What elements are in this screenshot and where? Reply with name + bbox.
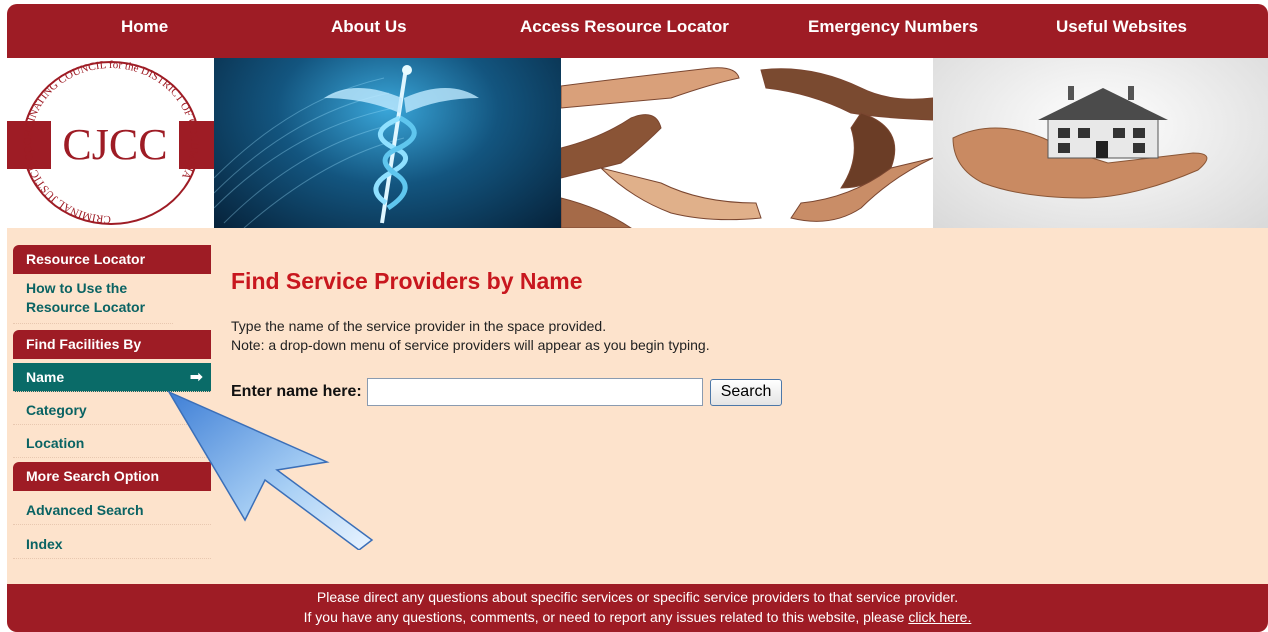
banner-medical-image xyxy=(214,58,561,228)
pointer-arrow-icon xyxy=(167,390,374,550)
footer: Please direct any questions about specif… xyxy=(7,584,1268,632)
logo-ring-text: CRIMINAL JUSTICE COORDINATING COUNCIL fo… xyxy=(22,59,200,225)
footer-line-2-text: If you have any questions, comments, or … xyxy=(303,609,905,625)
page-frame: Home About Us Access Resource Locator Em… xyxy=(7,4,1268,632)
page-title: Find Service Providers by Name xyxy=(231,268,583,294)
note-text: Note: a drop-down menu of service provid… xyxy=(231,337,710,353)
cjcc-logo[interactable]: CJCC CRIMINAL JUSTICE COORDINATING COUNC… xyxy=(7,58,214,228)
instruction-text: Type the name of the service provider in… xyxy=(231,318,607,334)
nav-useful-websites[interactable]: Useful Websites xyxy=(1056,4,1187,50)
sidebar-heading-resource-locator: Resource Locator xyxy=(13,245,211,274)
sidebar-heading-find-facilities: Find Facilities By xyxy=(13,330,211,359)
footer-line-1: Please direct any questions about specif… xyxy=(316,589,959,605)
search-button[interactable]: Search xyxy=(709,378,783,406)
header-banner: CJCC CRIMINAL JUSTICE COORDINATING COUNC… xyxy=(7,58,1268,228)
hands-circle-icon xyxy=(561,67,933,228)
footer-line-2: If you have any questions, comments, or … xyxy=(7,607,1268,627)
house-in-hand-icon xyxy=(952,86,1208,199)
nav-about-us[interactable]: About Us xyxy=(331,4,407,50)
sidebar-item-how-to-use[interactable]: How to Use the Resource Locator xyxy=(13,278,173,324)
sidebar-item-name[interactable]: Name ➡ xyxy=(13,363,211,392)
sidebar-item-name-label: Name xyxy=(26,369,65,385)
top-nav: Home About Us Access Resource Locator Em… xyxy=(7,4,1268,58)
nav-access-resource-locator[interactable]: Access Resource Locator xyxy=(520,4,729,50)
caduceus-icon xyxy=(214,65,479,228)
footer-click-here-link[interactable]: click here. xyxy=(908,609,971,625)
banner-hands-circle-image xyxy=(561,58,933,228)
search-input[interactable] xyxy=(366,378,703,406)
nav-emergency-numbers[interactable]: Emergency Numbers xyxy=(808,4,978,50)
right-arrow-icon: ➡ xyxy=(189,369,203,386)
nav-home[interactable]: Home xyxy=(121,4,168,50)
main-content: Find Service Providers by Name Type the … xyxy=(231,268,783,406)
svg-text:CRIMINAL JUSTICE COORDINATING: CRIMINAL JUSTICE COORDINATING COUNCIL fo… xyxy=(22,59,200,225)
banner-house-in-hand-image xyxy=(933,58,1268,228)
